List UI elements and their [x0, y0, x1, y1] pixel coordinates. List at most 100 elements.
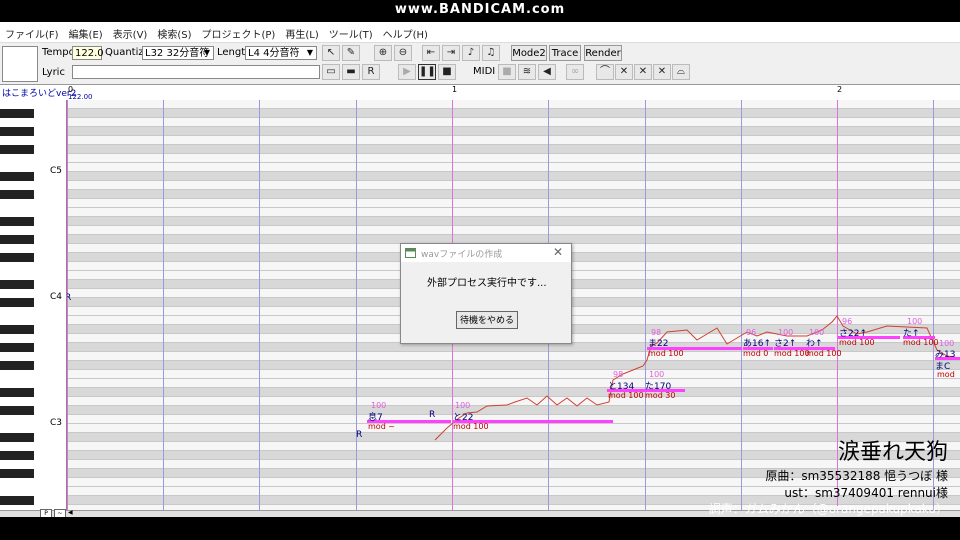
pitch-cut-icon[interactable]: ✕ [653, 64, 671, 80]
pointer-tool-icon[interactable]: ↖ [322, 45, 340, 61]
go-start-icon[interactable]: ⇤ [422, 45, 440, 61]
midi-loop-icon[interactable]: ≋ [518, 64, 536, 80]
menu-file[interactable]: ファイル(F) [0, 22, 64, 42]
black-key[interactable] [0, 190, 34, 199]
insert-rest-icon[interactable]: R [362, 64, 380, 80]
dialog-titlebar: wavファイルの作成 ✕ [401, 244, 571, 262]
bar-1-label: 1 [452, 85, 458, 94]
pitch-curve-icon[interactable]: ⌒ [596, 64, 614, 80]
note-lyric[interactable]: わ↑ [806, 336, 823, 349]
black-key[interactable] [0, 388, 34, 397]
note-mod: mod 100 [903, 338, 939, 347]
split-note-icon[interactable]: ♪ [462, 45, 480, 61]
glasses-icon[interactable]: ∞ [566, 64, 584, 80]
black-key[interactable] [0, 298, 34, 307]
stop-icon[interactable]: ■ [438, 64, 456, 80]
render-button[interactable]: Render [584, 45, 622, 61]
length-value: L4 4分音符 [248, 48, 300, 59]
merge-note-icon[interactable]: ♫ [482, 45, 500, 61]
black-key[interactable] [0, 235, 34, 244]
menu-project[interactable]: プロジェクト(P) [197, 22, 281, 42]
track-name: はこまろいどver2 [2, 89, 77, 99]
midi-stop-icon[interactable]: ■ [498, 64, 516, 80]
tilde-icon[interactable]: ~ [54, 509, 66, 517]
pink-note-icon[interactable]: ▬ [342, 64, 360, 80]
black-key[interactable] [0, 280, 34, 289]
dialog-message: 外部プロセス実行中です... [427, 278, 547, 289]
lyric-input[interactable] [72, 65, 320, 79]
menu-search[interactable]: 検索(S) [152, 22, 196, 42]
rest-mark: R [356, 430, 363, 440]
lyric-label: Lyric [42, 67, 65, 78]
menu-play[interactable]: 再生(L) [280, 22, 323, 42]
pause-icon[interactable]: ❚❚ [418, 64, 436, 80]
note-mod: mod 30 [645, 391, 676, 400]
quantize-select[interactable]: L32 32分音符 ▼ [142, 46, 214, 60]
piano-keyboard[interactable]: C5 C4 C3 [0, 100, 67, 510]
note-lyric[interactable]: ま22 [648, 336, 668, 349]
note-lyric[interactable]: R [429, 410, 435, 420]
menu-bar: ファイル(F) 編集(E) 表示(V) 検索(S) プロジェクト(P) 再生(L… [0, 22, 960, 43]
black-key[interactable] [0, 451, 34, 460]
insert-note-icon[interactable]: ▭ [322, 64, 340, 80]
note-mod: mod 100 [453, 422, 489, 431]
black-key[interactable] [0, 496, 34, 505]
recording-watermark: www.BANDICAM.com [394, 2, 566, 17]
note-velocity: 100 [907, 317, 923, 326]
note-velocity: 100 [649, 370, 665, 379]
app-window-icon [405, 248, 416, 258]
pitch-toggle[interactable]: P [40, 509, 52, 517]
black-key[interactable] [0, 217, 34, 226]
song-title: 涙垂れ天狗 [837, 440, 948, 465]
pitch-snap-icon[interactable]: ✕ [634, 64, 652, 80]
black-key[interactable] [0, 406, 34, 415]
envelope-icon[interactable]: ⌓ [672, 64, 690, 80]
mode2-button[interactable]: Mode2 [511, 45, 547, 61]
zoom-in-icon[interactable]: ⊕ [374, 45, 392, 61]
length-select[interactable]: L4 4分音符 ▼ [245, 46, 317, 60]
menu-tools[interactable]: ツール(T) [324, 22, 378, 42]
black-key[interactable] [0, 172, 34, 181]
speaker-icon[interactable]: ◀ [538, 64, 556, 80]
voicebank-icon[interactable] [2, 46, 38, 82]
bar-2-label: 2 [837, 85, 843, 94]
note-mod: mod 100 [806, 349, 842, 358]
note-mod: mod ~ [368, 422, 396, 431]
menu-help[interactable]: ヘルプ(H) [378, 22, 433, 42]
black-key[interactable] [0, 145, 34, 154]
note-mod: mod 100 [648, 349, 684, 358]
credit-original: 原曲：sm35532188 悒うつぼ 様 [765, 469, 948, 483]
note-velocity: 96 [842, 317, 853, 326]
black-key[interactable] [0, 469, 34, 478]
note-lyric[interactable]: さ2↑ [774, 336, 796, 349]
menu-edit[interactable]: 編集(E) [64, 22, 108, 42]
black-key[interactable] [0, 343, 34, 352]
black-key[interactable] [0, 433, 34, 442]
trace-button[interactable]: Trace [549, 45, 581, 61]
utau-window: ファイル(F) 編集(E) 表示(V) 検索(S) プロジェクト(P) 再生(L… [0, 22, 960, 517]
note-velocity: 100 [371, 401, 387, 410]
pencil-tool-icon[interactable]: ✎ [342, 45, 360, 61]
quantize-value: L32 32分音符 [145, 48, 210, 59]
tempo-input[interactable]: 122.0 [72, 46, 104, 60]
credit-tuning: 調声：ガムみかん（@orangepakupkaku） [708, 502, 948, 516]
black-key[interactable] [0, 361, 34, 370]
black-key[interactable] [0, 109, 34, 118]
chevron-down-icon: ▼ [306, 48, 314, 57]
scroll-left-icon[interactable]: ◀ [68, 509, 73, 516]
menu-view[interactable]: 表示(V) [108, 22, 153, 42]
zoom-out-icon[interactable]: ⊖ [394, 45, 412, 61]
wav-export-dialog: wavファイルの作成 ✕ 外部プロセス実行中です... 待機をやめる [400, 243, 572, 344]
midi-label: MIDI [473, 66, 496, 77]
black-key[interactable] [0, 253, 34, 262]
close-icon[interactable]: ✕ [553, 245, 563, 259]
go-end-icon[interactable]: ⇥ [442, 45, 460, 61]
play-icon[interactable]: ▶ [398, 64, 416, 80]
note-velocity: 98 [613, 370, 624, 379]
pitch-reset-icon[interactable]: ✕ [615, 64, 633, 80]
black-key[interactable] [0, 127, 34, 136]
note-lyric[interactable]: あ16↑ [743, 336, 771, 349]
black-key[interactable] [0, 325, 34, 334]
cancel-wait-button[interactable]: 待機をやめる [456, 311, 518, 329]
tempo-value: 122.0 [75, 48, 104, 59]
